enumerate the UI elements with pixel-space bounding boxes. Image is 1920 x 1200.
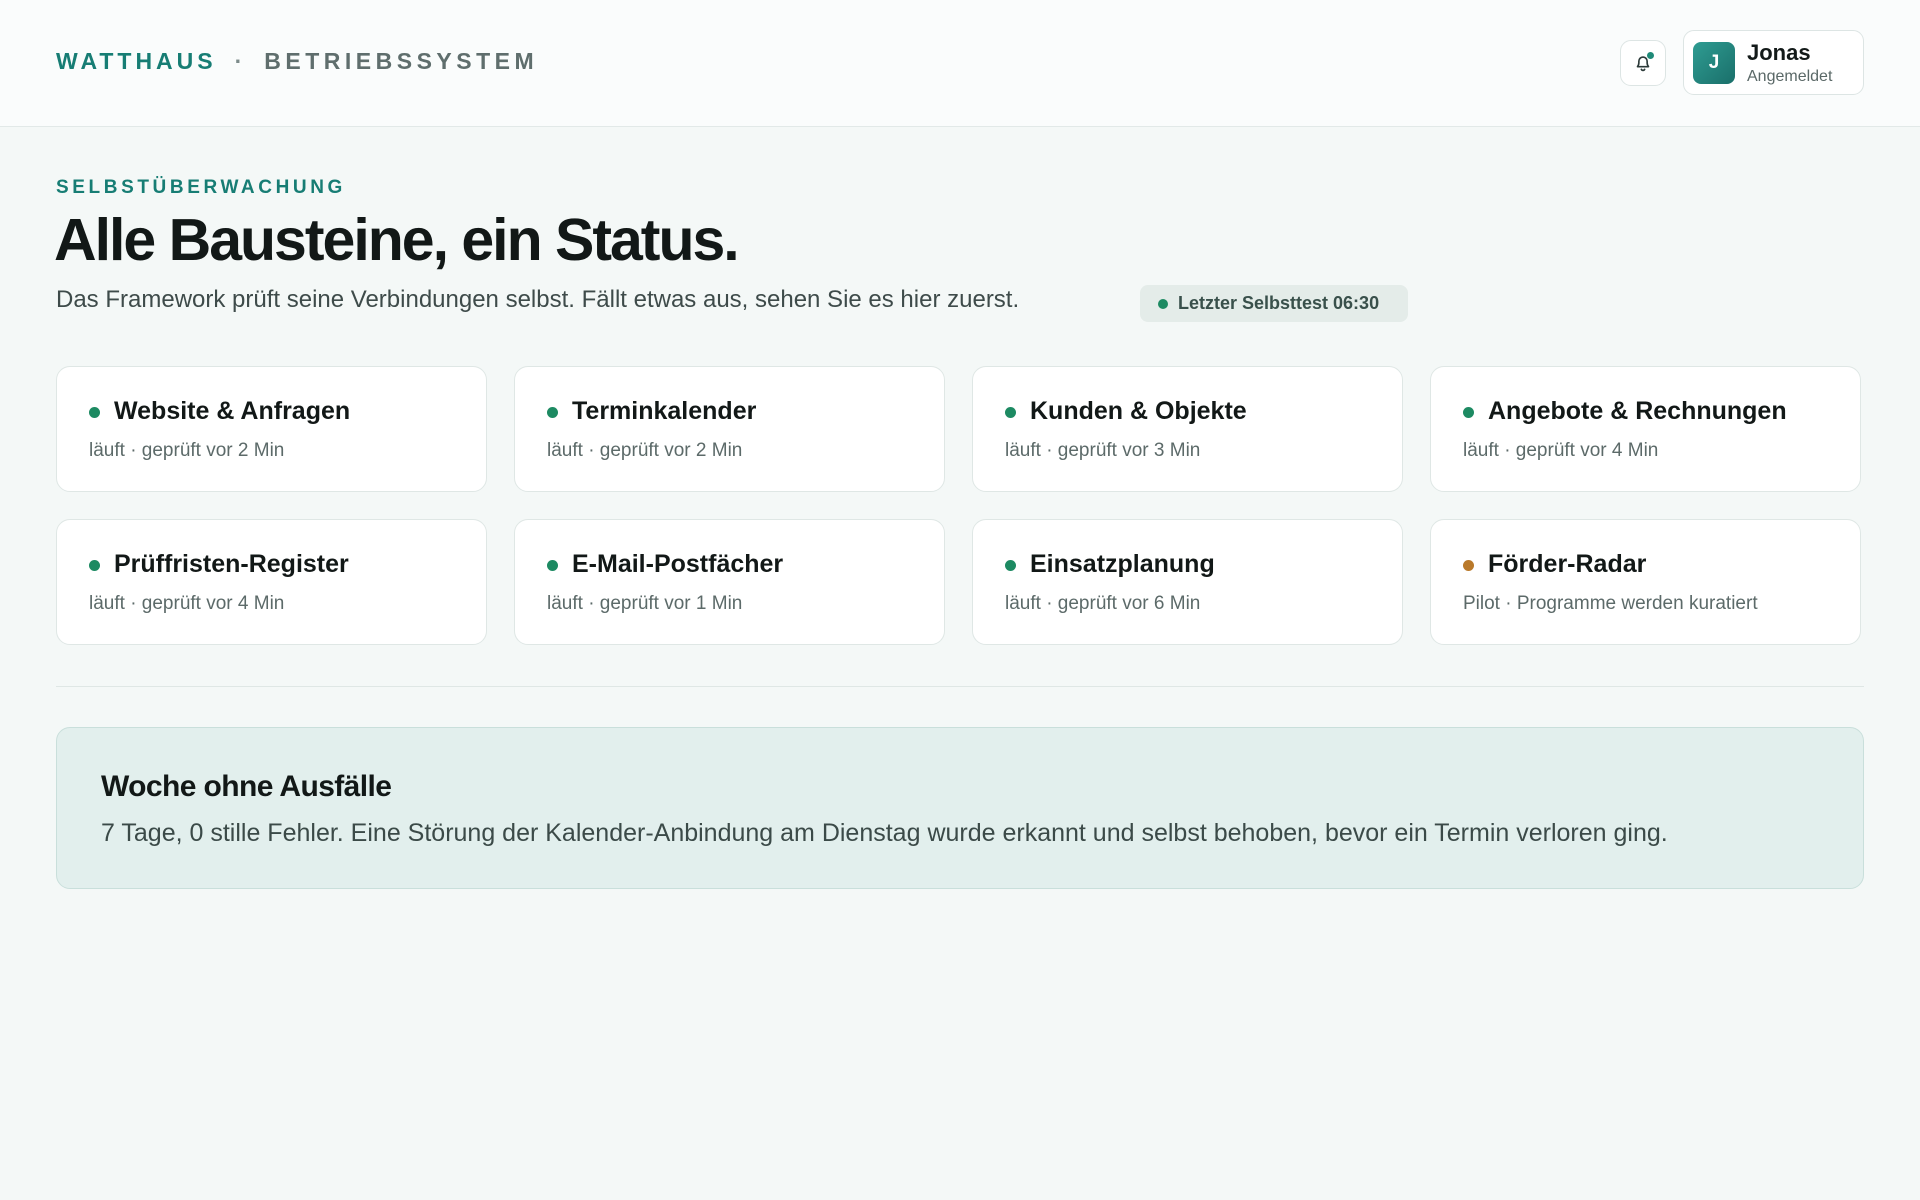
module-meta: läuft · geprüft vor 3 Min bbox=[1005, 440, 1201, 461]
module-card[interactable]: Prüffristen-Register läuft · geprüft vor… bbox=[56, 519, 487, 645]
notification-indicator bbox=[1646, 51, 1655, 60]
status-dot-icon bbox=[1005, 407, 1016, 418]
brand-system: BETRIEBSSYSTEM bbox=[264, 48, 539, 74]
section-eyebrow: SELBSTÜBERWACHUNG bbox=[56, 177, 346, 198]
status-dot-icon bbox=[89, 560, 100, 571]
module-title: E-Mail-Postfächer bbox=[572, 550, 784, 578]
module-card[interactable]: Website & Anfragen läuft · geprüft vor 2… bbox=[56, 366, 487, 492]
status-dot-icon bbox=[547, 407, 558, 418]
summary-text: 7 Tage, 0 stille Fehler. Eine Störung de… bbox=[101, 819, 1668, 847]
module-meta: läuft · geprüft vor 6 Min bbox=[1005, 593, 1201, 614]
module-card[interactable]: Kunden & Objekte läuft · geprüft vor 3 M… bbox=[972, 366, 1403, 492]
user-status: Angemeldet bbox=[1747, 68, 1833, 85]
page-subtitle: Das Framework prüft seine Verbindungen s… bbox=[56, 286, 1020, 313]
page-title: Alle Bausteine, ein Status. bbox=[54, 207, 740, 273]
status-dot-icon bbox=[1463, 407, 1474, 418]
module-title: Kunden & Objekte bbox=[1030, 397, 1247, 425]
weekly-summary: Woche ohne Ausfälle 7 Tage, 0 stille Feh… bbox=[56, 727, 1864, 889]
status-dot-icon bbox=[1463, 560, 1474, 571]
notifications-button[interactable] bbox=[1620, 40, 1666, 86]
last-check-badge: Letzter Selbsttest 06:30 bbox=[1140, 285, 1408, 322]
module-meta: läuft · geprüft vor 4 Min bbox=[89, 593, 285, 614]
brand-name: WATTHAUS bbox=[56, 48, 217, 74]
user-menu[interactable]: J Jonas Angemeldet bbox=[1683, 30, 1864, 95]
module-card[interactable]: Terminkalender läuft · geprüft vor 2 Min bbox=[514, 366, 945, 492]
module-card[interactable]: E-Mail-Postfächer läuft · geprüft vor 1 … bbox=[514, 519, 945, 645]
module-title: Prüffristen-Register bbox=[114, 550, 349, 578]
module-title: Angebote & Rechnungen bbox=[1488, 397, 1787, 425]
module-card[interactable]: Einsatzplanung läuft · geprüft vor 6 Min bbox=[972, 519, 1403, 645]
status-dot-icon bbox=[89, 407, 100, 418]
status-dot-icon bbox=[1005, 560, 1016, 571]
module-title: Terminkalender bbox=[572, 397, 757, 425]
module-meta: läuft · geprüft vor 4 Min bbox=[1463, 440, 1659, 461]
module-grid: Website & Anfragen läuft · geprüft vor 2… bbox=[56, 366, 1864, 645]
user-name: Jonas bbox=[1747, 40, 1811, 65]
module-title: Einsatzplanung bbox=[1030, 550, 1215, 578]
top-bar: WATTHAUS · BETRIEBSSYSTEM J Jonas Angeme… bbox=[0, 0, 1920, 127]
status-dot-icon bbox=[1158, 298, 1168, 309]
module-meta: Pilot · Programme werden kuratiert bbox=[1463, 593, 1758, 614]
summary-title: Woche ohne Ausfälle bbox=[101, 770, 392, 803]
module-card[interactable]: Angebote & Rechnungen läuft · geprüft vo… bbox=[1430, 366, 1861, 492]
module-meta: läuft · geprüft vor 2 Min bbox=[89, 440, 285, 461]
module-title: Förder-Radar bbox=[1488, 550, 1647, 578]
status-dot-icon bbox=[547, 560, 558, 571]
last-check-text: Letzter Selbsttest 06:30 bbox=[1178, 293, 1380, 313]
module-meta: läuft · geprüft vor 2 Min bbox=[547, 440, 743, 461]
divider bbox=[56, 686, 1864, 687]
brand-separator: · bbox=[234, 48, 247, 74]
module-meta: läuft · geprüft vor 1 Min bbox=[547, 593, 743, 614]
brand[interactable]: WATTHAUS · BETRIEBSSYSTEM bbox=[56, 48, 538, 75]
module-title: Website & Anfragen bbox=[114, 397, 351, 425]
avatar: J bbox=[1693, 42, 1735, 84]
module-card[interactable]: Förder-Radar Pilot · Programme werden ku… bbox=[1430, 519, 1861, 645]
